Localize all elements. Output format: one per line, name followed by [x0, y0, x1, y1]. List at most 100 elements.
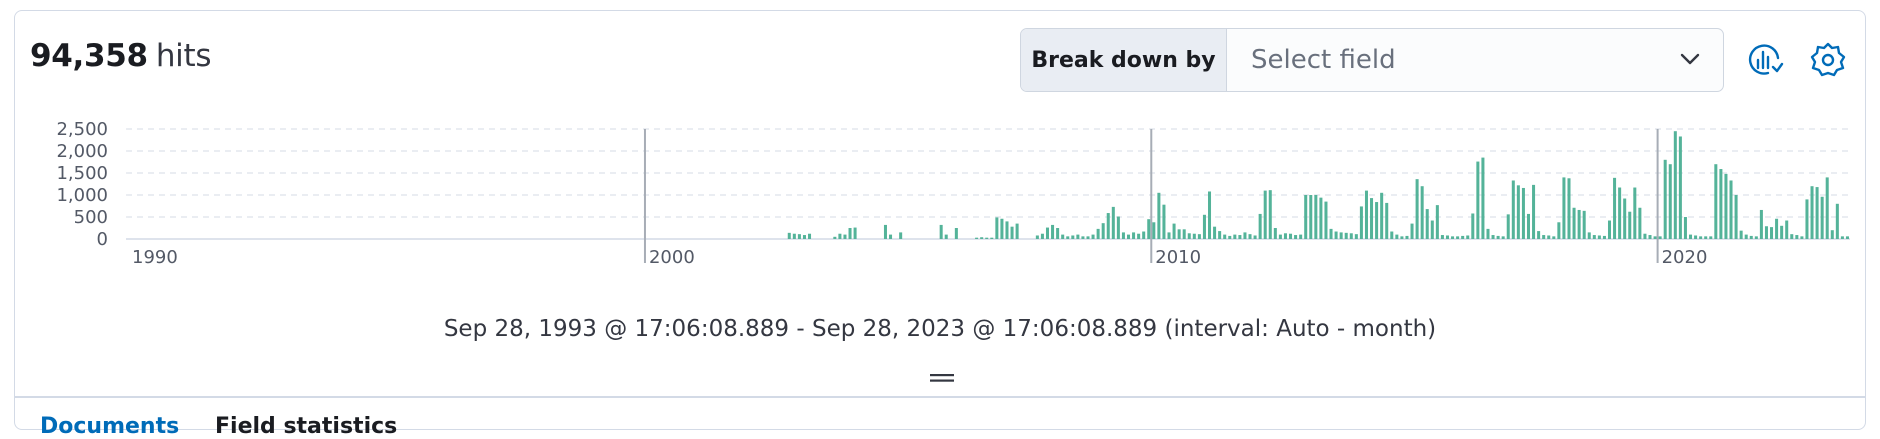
histogram-bar[interactable]	[1354, 234, 1358, 239]
histogram-bar[interactable]	[1577, 209, 1581, 239]
histogram-bar[interactable]	[1744, 234, 1748, 239]
histogram-bar[interactable]	[1385, 202, 1389, 239]
histogram-bar[interactable]	[1602, 235, 1606, 239]
histogram-bar[interactable]	[1461, 235, 1465, 239]
histogram-bar[interactable]	[1375, 202, 1379, 239]
histogram-bar[interactable]	[808, 233, 812, 239]
histogram-bar[interactable]	[1015, 223, 1019, 239]
histogram-bar[interactable]	[833, 236, 837, 239]
histogram-bar[interactable]	[1071, 235, 1075, 239]
histogram-bar[interactable]	[1339, 232, 1343, 239]
histogram-bar[interactable]	[1526, 213, 1531, 239]
histogram-bar[interactable]	[1749, 235, 1753, 239]
histogram-bar[interactable]	[1283, 233, 1287, 239]
histogram-bar[interactable]	[1223, 234, 1227, 239]
histogram-bar[interactable]	[1248, 234, 1252, 239]
tab-documents[interactable]: Documents	[40, 414, 179, 439]
histogram-bar[interactable]	[1228, 235, 1232, 239]
histogram-bar[interactable]	[1213, 226, 1217, 239]
histogram-bar[interactable]	[1370, 198, 1374, 239]
histogram-bar[interactable]	[1086, 236, 1090, 239]
histogram-bar[interactable]	[1567, 178, 1571, 239]
histogram-bar[interactable]	[1258, 213, 1262, 239]
histogram-bar[interactable]	[1101, 223, 1105, 239]
histogram-bar[interactable]	[1390, 231, 1394, 239]
histogram-bar[interactable]	[1106, 213, 1110, 239]
histogram-bar[interactable]	[1000, 218, 1004, 239]
histogram-bar[interactable]	[1825, 177, 1829, 239]
histogram-bar[interactable]	[1430, 220, 1434, 239]
histogram-bar[interactable]	[1410, 223, 1414, 239]
histogram-bar[interactable]	[1648, 235, 1652, 239]
histogram-bar[interactable]	[899, 232, 903, 239]
histogram-bar[interactable]	[1643, 233, 1647, 239]
histogram-bar[interactable]	[1182, 229, 1186, 239]
histogram-bar[interactable]	[1440, 235, 1444, 239]
histogram-bar[interactable]	[1364, 190, 1368, 239]
histogram-bar[interactable]	[1218, 231, 1222, 239]
histogram-bar[interactable]	[1668, 164, 1672, 239]
histogram-bar[interactable]	[1395, 234, 1399, 239]
histogram-bar[interactable]	[1243, 232, 1247, 239]
histogram-bar[interactable]	[1486, 228, 1490, 239]
histogram-bar[interactable]	[1663, 159, 1667, 239]
histogram-bar[interactable]	[1400, 236, 1404, 239]
histogram-bar[interactable]	[1045, 227, 1050, 239]
histogram-bar[interactable]	[954, 228, 958, 239]
histogram-bar[interactable]	[1775, 218, 1779, 239]
histogram-bar[interactable]	[1820, 196, 1824, 239]
histogram-bar[interactable]	[1476, 161, 1480, 239]
histogram-bar[interactable]	[1081, 236, 1085, 239]
histogram-bar[interactable]	[1157, 192, 1161, 239]
histogram-bar[interactable]	[1051, 224, 1055, 239]
histogram-bar[interactable]	[1405, 235, 1409, 239]
histogram-bar[interactable]	[1714, 164, 1718, 239]
tab-field-statistics[interactable]: Field statistics	[215, 414, 397, 439]
histogram-bar[interactable]	[1005, 221, 1009, 239]
histogram-bar[interactable]	[1481, 157, 1485, 239]
histogram-bar[interactable]	[1192, 233, 1196, 239]
histogram-bar[interactable]	[1299, 234, 1303, 239]
histogram-bar[interactable]	[1187, 233, 1191, 239]
histogram-bar[interactable]	[1162, 204, 1166, 239]
histogram-bar[interactable]	[1810, 186, 1814, 239]
histogram-bar[interactable]	[1278, 234, 1282, 239]
histogram-bar[interactable]	[1770, 227, 1774, 239]
histogram-bar[interactable]	[1506, 214, 1510, 239]
histogram-bar[interactable]	[1800, 236, 1804, 239]
histogram-bar[interactable]	[1734, 195, 1738, 239]
histogram-bar[interactable]	[1699, 236, 1703, 239]
histogram-bar[interactable]	[1121, 232, 1125, 239]
histogram-bar[interactable]	[787, 232, 791, 239]
histogram-bar[interactable]	[1658, 236, 1662, 239]
histogram-bar[interactable]	[1719, 169, 1723, 239]
histogram-bar[interactable]	[838, 233, 842, 239]
histogram-bar[interactable]	[1501, 236, 1505, 239]
histogram-bar[interactable]	[1435, 205, 1439, 239]
histogram-bar[interactable]	[1238, 235, 1242, 239]
histogram-bar[interactable]	[1132, 232, 1136, 239]
histogram-bar[interactable]	[1618, 187, 1622, 239]
histogram-bar[interactable]	[1208, 191, 1212, 239]
histogram-bar[interactable]	[980, 237, 984, 239]
histogram-bar[interactable]	[1542, 235, 1546, 239]
histogram-bar[interactable]	[1314, 195, 1318, 239]
histogram-bar[interactable]	[1010, 226, 1014, 239]
histogram-bar[interactable]	[1380, 192, 1384, 239]
histogram-bar[interactable]	[1040, 233, 1044, 239]
histogram-bar[interactable]	[1805, 199, 1809, 239]
histogram-bar[interactable]	[883, 224, 887, 239]
histogram-bar[interactable]	[1289, 233, 1293, 239]
histogram-bar[interactable]	[1319, 197, 1323, 239]
histogram-bar[interactable]	[1830, 230, 1834, 239]
histogram-bar[interactable]	[1066, 236, 1070, 239]
histogram-bar[interactable]	[1638, 207, 1642, 239]
histogram-bar[interactable]	[1532, 184, 1536, 239]
histogram-bar[interactable]	[1471, 213, 1475, 239]
histogram-bar[interactable]	[1197, 234, 1201, 239]
histogram-bar[interactable]	[797, 234, 801, 239]
histogram-bar[interactable]	[1116, 216, 1120, 239]
histogram-bar[interactable]	[1815, 187, 1819, 239]
histogram-bar[interactable]	[990, 237, 994, 239]
histogram-bar[interactable]	[1628, 211, 1632, 239]
